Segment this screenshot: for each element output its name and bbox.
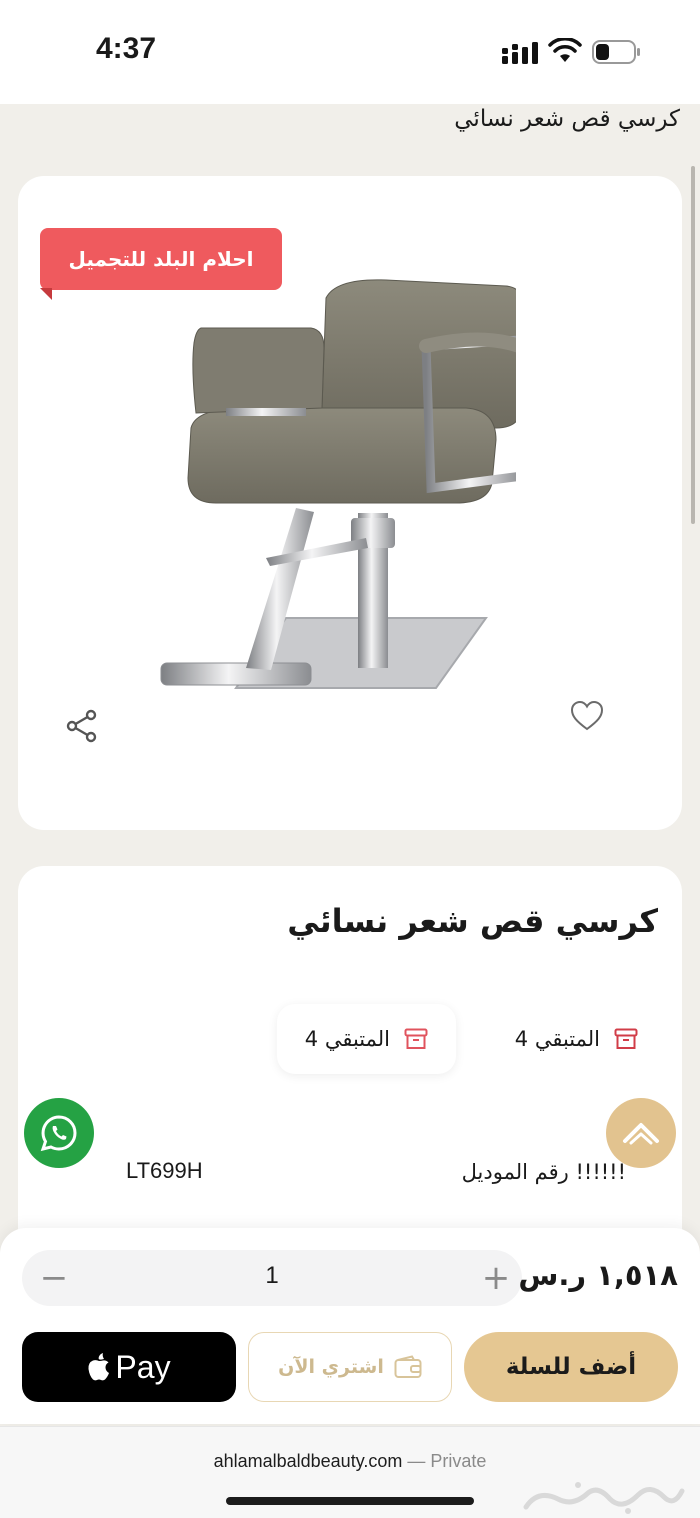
url-separator: — — [402, 1451, 431, 1471]
heart-icon[interactable] — [570, 700, 604, 732]
product-title: كرسي قص شعر نسائي — [287, 902, 658, 940]
quantity-value[interactable]: 1 — [252, 1262, 292, 1290]
badge-tail — [40, 288, 52, 300]
apple-pay-label: Pay — [115, 1348, 171, 1385]
model-label: !!!!!! رقم الموديل — [461, 1160, 626, 1184]
box-icon — [614, 1028, 638, 1049]
status-time: 4:37 — [96, 32, 157, 65]
add-to-cart-label: أضف للسلة — [505, 1354, 637, 1380]
url-display[interactable]: ahlamalbaldbeauty.com — Private — [0, 1451, 700, 1472]
share-icon[interactable] — [64, 708, 100, 744]
home-indicator[interactable] — [226, 1497, 474, 1505]
page-title: كرسي قص شعر نسائي — [454, 106, 680, 132]
model-value: LT699H — [126, 1158, 203, 1183]
decrease-quantity-button[interactable]: − — [36, 1258, 72, 1298]
haraj-watermark-logo — [523, 1482, 685, 1514]
product-price: ١,٥١٨ ر.س — [518, 1258, 678, 1292]
buy-now-button[interactable]: اشتري الآن — [248, 1332, 452, 1402]
whatsapp-button[interactable] — [24, 1098, 94, 1168]
purchase-bar: − 1 + ١,٥١٨ ر.س Pay اشتري الآن أضف للسلة — [0, 1228, 700, 1424]
scrollbar[interactable] — [691, 166, 695, 524]
apple-pay-button[interactable]: Pay — [22, 1332, 236, 1402]
stock-remaining: المتبقي 4 — [515, 1004, 638, 1074]
quantity-stepper: − 1 + — [22, 1250, 522, 1306]
product-image[interactable] — [136, 268, 516, 718]
product-image-card: احلام البلد للتجميل — [18, 176, 682, 830]
wallet-icon — [394, 1355, 422, 1378]
wifi-icon — [548, 38, 582, 62]
add-to-cart-button[interactable]: أضف للسلة — [464, 1332, 678, 1402]
browser-address-bar: ahlamalbaldbeauty.com — Private — [0, 1426, 700, 1518]
stock-remaining: المتبقي 4 — [276, 1004, 456, 1074]
product-info-card: كرسي قص شعر نسائي المتبقي 4 المتبقي 4 !!… — [18, 866, 682, 1286]
whatsapp-icon — [40, 1115, 77, 1152]
apple-icon — [88, 1353, 110, 1381]
scroll-to-top-button[interactable] — [606, 1098, 676, 1168]
chevron-up-icon — [623, 1123, 659, 1145]
buy-now-label: اشتري الآن — [278, 1356, 384, 1378]
status-bar: 4:37 — [0, 0, 700, 104]
battery-icon — [592, 40, 640, 64]
url-domain: ahlamalbaldbeauty.com — [213, 1451, 403, 1471]
box-icon — [404, 1028, 428, 1049]
stock-label: المتبقي 4 — [304, 1027, 390, 1051]
increase-quantity-button[interactable]: + — [478, 1258, 514, 1298]
private-mode-label: Private — [430, 1451, 487, 1471]
cellular-signal-icon — [502, 42, 538, 64]
stock-label: المتبقي 4 — [514, 1027, 600, 1051]
